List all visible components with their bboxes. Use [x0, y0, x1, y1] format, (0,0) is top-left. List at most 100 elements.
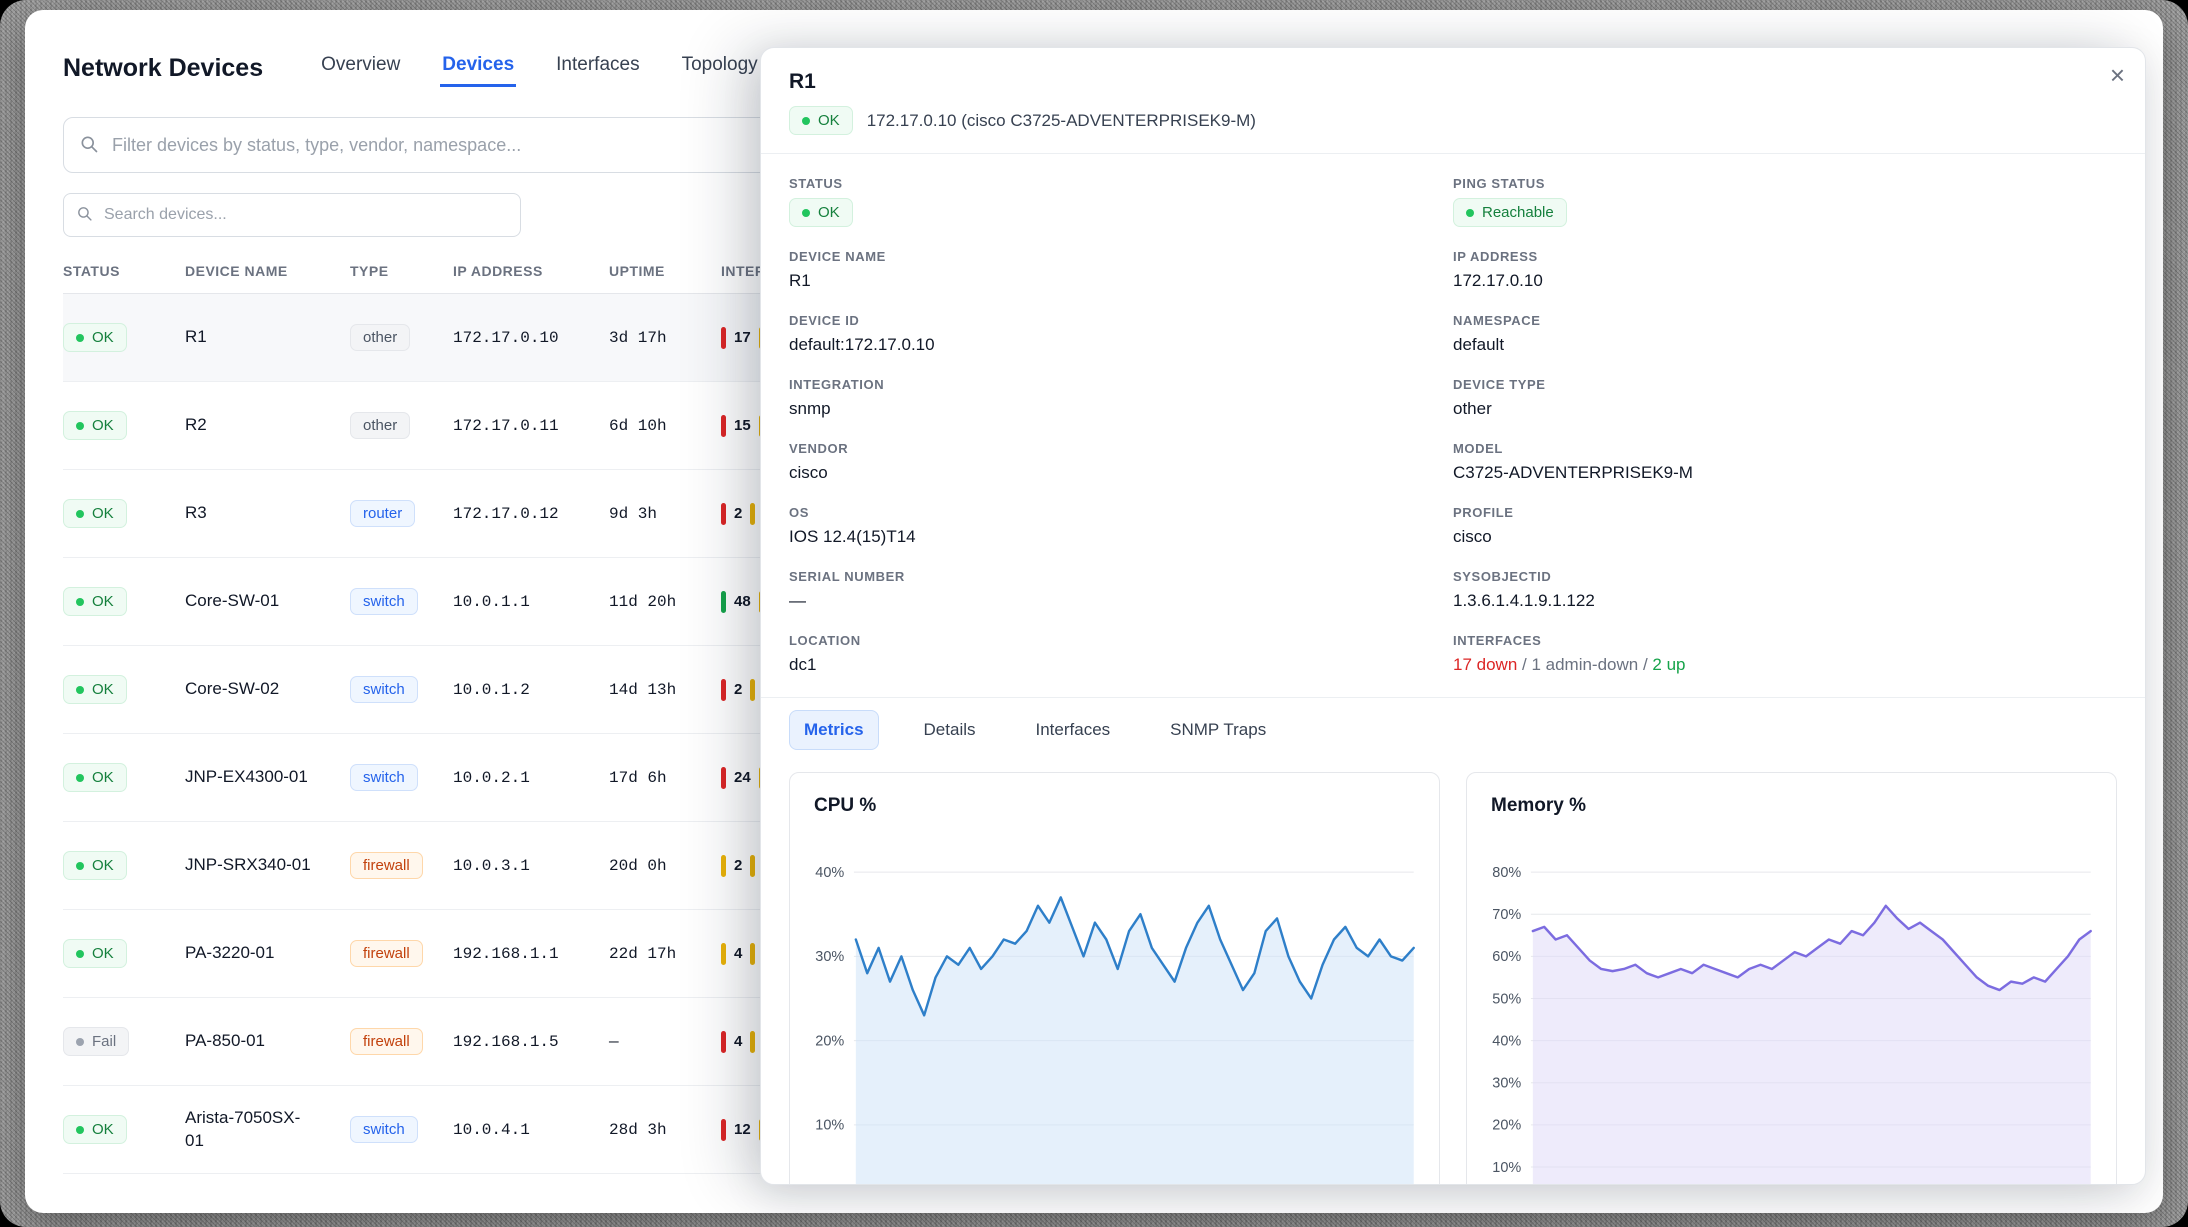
uptime: 11d 20h — [609, 593, 721, 611]
close-icon[interactable]: × — [2110, 62, 2125, 88]
status-cell: OK — [63, 1115, 185, 1144]
tab-interfaces[interactable]: Interfaces — [554, 50, 641, 87]
type-badge: switch — [350, 1116, 418, 1143]
interface-count: 48 — [734, 593, 751, 610]
status-badge: OK — [63, 587, 127, 616]
main-nav: OverviewDevicesInterfacesTopology Map — [319, 50, 802, 87]
type-badge: firewall — [350, 940, 423, 967]
panel-tab-details[interactable]: Details — [909, 710, 991, 750]
search-bar — [63, 193, 521, 237]
device-detail-panel: × R1 OK 172.17.0.10 (cisco C3725-ADVENTE… — [760, 47, 2146, 1185]
interface-status-bar-icon — [721, 503, 726, 525]
memory-chart-card: Memory % 80%70%60%50%40%30%20%10% — [1466, 772, 2117, 1185]
status-dot-icon — [76, 686, 84, 694]
device-name: Arista-7050SX-01 — [185, 1107, 350, 1153]
interface-count: 4 — [734, 945, 742, 962]
page-title: Network Devices — [63, 54, 263, 83]
status-cell: OK — [63, 323, 185, 352]
field-label: OS — [789, 505, 1453, 520]
device-name: PA-850-01 — [185, 1030, 350, 1053]
device-name: R3 — [185, 502, 350, 525]
panel-tab-metrics[interactable]: Metrics — [789, 710, 879, 750]
svg-text:20%: 20% — [1492, 1118, 1521, 1134]
status-cell: OK — [63, 675, 185, 704]
field-label: PING STATUS — [1453, 176, 2117, 191]
metrics-charts: CPU % 40%30%20%10% Memory % 80%70%60%50%… — [761, 764, 2145, 1185]
panel-header: R1 OK 172.17.0.10 (cisco C3725-ADVENTERP… — [761, 48, 2145, 154]
field-location: LOCATIONdc1 — [789, 633, 1453, 675]
field-value: dc1 — [789, 655, 1453, 675]
type-cell: other — [350, 417, 453, 435]
field-device-type: DEVICE TYPEother — [1453, 377, 2117, 419]
device-name: JNP-EX4300-01 — [185, 766, 350, 789]
interface-status-bar-icon — [721, 767, 726, 789]
type-badge: switch — [350, 676, 418, 703]
panel-tab-snmp-traps[interactable]: SNMP Traps — [1155, 710, 1281, 750]
column-header-type: TYPE — [350, 263, 453, 279]
svg-text:40%: 40% — [815, 865, 844, 881]
type-badge: switch — [350, 764, 418, 791]
field-value-part: / — [1517, 655, 1531, 674]
svg-text:30%: 30% — [815, 949, 844, 965]
svg-text:80%: 80% — [1492, 865, 1521, 881]
field-value: cisco — [789, 463, 1453, 483]
status-badge: OK — [63, 1115, 127, 1144]
field-value: snmp — [789, 399, 1453, 419]
cpu-chart-card: CPU % 40%30%20%10% — [789, 772, 1440, 1185]
field-label: STATUS — [789, 176, 1453, 191]
field-value: other — [1453, 399, 2117, 419]
field-status-badge: OK — [789, 198, 853, 227]
field-value: default:172.17.0.10 — [789, 335, 1453, 355]
status-dot-icon — [802, 209, 810, 217]
ip-address: 10.0.1.2 — [453, 681, 609, 699]
field-label: DEVICE NAME — [789, 249, 1453, 264]
status-badge: OK — [63, 411, 127, 440]
field-value: 17 down / 1 admin-down / 2 up — [1453, 655, 2117, 675]
tab-overview[interactable]: Overview — [319, 50, 402, 87]
field-profile: PROFILEcisco — [1453, 505, 2117, 547]
search-input[interactable] — [63, 193, 521, 237]
type-cell: other — [350, 329, 453, 347]
field-vendor: VENDORcisco — [789, 441, 1453, 483]
interface-count: 2 — [734, 857, 742, 874]
panel-subtitle-row: OK 172.17.0.10 (cisco C3725-ADVENTERPRIS… — [789, 106, 2117, 135]
status-cell: OK — [63, 763, 185, 792]
cpu-chart: 40%30%20%10% — [796, 829, 1433, 1185]
interface-status-bar-icon — [721, 415, 726, 437]
svg-text:20%: 20% — [815, 1033, 844, 1049]
ip-address: 172.17.0.10 — [453, 329, 609, 347]
tab-devices[interactable]: Devices — [440, 50, 516, 87]
memory-chart-title: Memory % — [1473, 793, 2110, 829]
field-badge-label: Reachable — [1482, 204, 1554, 221]
status-cell: OK — [63, 411, 185, 440]
status-label: Fail — [92, 1033, 116, 1050]
field-value: IOS 12.4(15)T14 — [789, 527, 1453, 547]
uptime: 22d 17h — [609, 945, 721, 963]
device-name: PA-3220-01 — [185, 942, 350, 965]
ip-address: 192.168.1.1 — [453, 945, 609, 963]
type-badge: firewall — [350, 1028, 423, 1055]
status-dot-icon — [76, 334, 84, 342]
field-value-part: 2 up — [1652, 655, 1685, 674]
field-os: OS IOS 12.4(15)T14 — [789, 505, 1453, 547]
cpu-chart-title: CPU % — [796, 793, 1433, 829]
status-cell: OK — [63, 851, 185, 880]
field-value: OK — [789, 198, 1453, 227]
status-dot-icon — [76, 862, 84, 870]
type-cell: switch — [350, 681, 453, 699]
status-label: OK — [92, 1121, 114, 1138]
status-label: OK — [92, 681, 114, 698]
status-label: OK — [92, 329, 114, 346]
field-label: NAMESPACE — [1453, 313, 2117, 328]
device-name: Core-SW-02 — [185, 678, 350, 701]
field-ip-address: IP ADDRESS172.17.0.10 — [1453, 249, 2117, 291]
type-cell: firewall — [350, 857, 453, 875]
interface-status-bar-icon — [721, 679, 726, 701]
panel-tabs: Metrics Details Interfaces SNMP Traps — [761, 697, 2145, 764]
device-name: R1 — [185, 326, 350, 349]
type-cell: switch — [350, 593, 453, 611]
status-dot-icon — [1466, 209, 1474, 217]
interface-count: 15 — [734, 417, 751, 434]
panel-tab-interfaces[interactable]: Interfaces — [1021, 710, 1126, 750]
status-cell: OK — [63, 499, 185, 528]
